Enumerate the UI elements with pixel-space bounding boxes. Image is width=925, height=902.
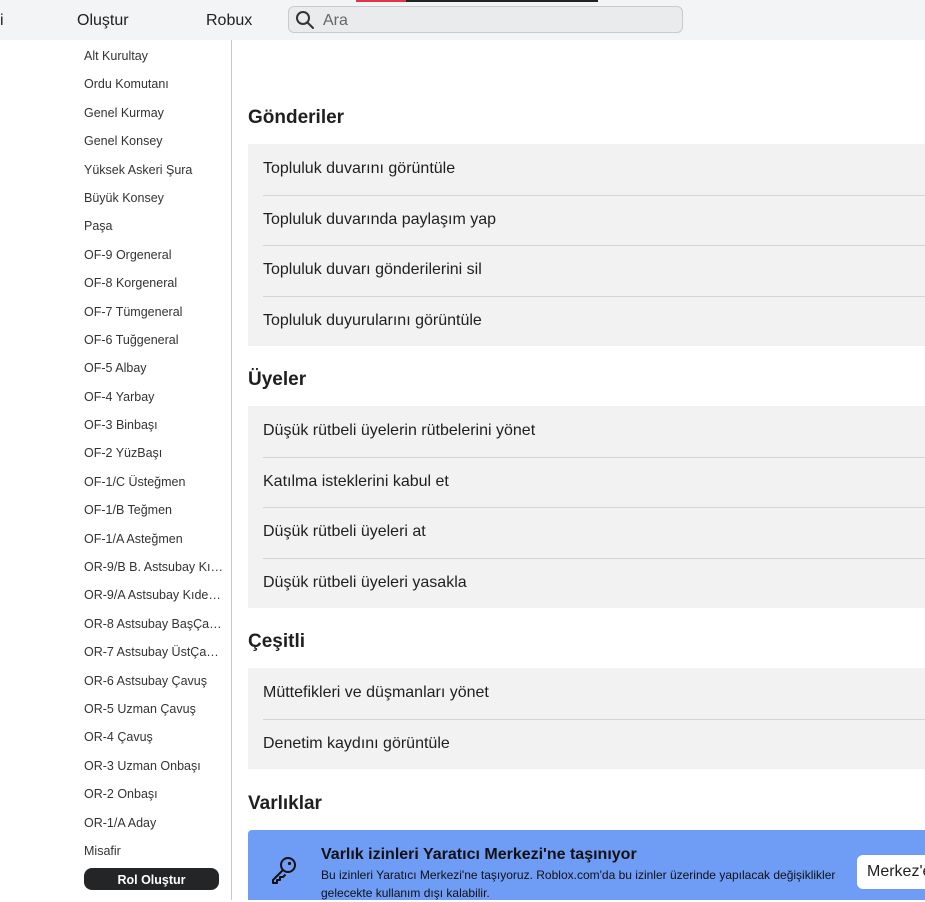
- roles-sidebar: Alt Kurultay Ordu Komutanı Genel Kurmay Gen…: [0, 40, 232, 900]
- search-input[interactable]: [321, 9, 675, 32]
- role-list-item[interactable]: OF-5 Albay: [84, 360, 224, 388]
- key-icon: [272, 857, 296, 884]
- search-box[interactable]: [288, 6, 683, 33]
- go-to-creator-hub-button[interactable]: Merkez'e: [857, 855, 925, 889]
- permission-group-posts: Topluluk duvarını görüntüle Topluluk duva…: [248, 144, 925, 346]
- role-list-item[interactable]: OR-8 Astsubay BaşÇav...: [84, 616, 224, 644]
- permission-group-members: Düşük rütbeli üyelerin rütbelerini yönet…: [248, 406, 925, 608]
- section-title-misc: Çeşitli: [248, 631, 306, 652]
- role-list-item[interactable]: OR-2 Onbaşı: [84, 786, 224, 814]
- role-list-item[interactable]: Yüksek Askeri Şura: [84, 162, 224, 190]
- permission-row[interactable]: Topluluk duvarını görüntüle: [248, 144, 925, 195]
- role-list-item[interactable]: Paşa: [84, 218, 224, 246]
- role-list: Alt Kurultay Ordu Komutanı Genel Kurmay Gen…: [84, 48, 224, 871]
- role-list-item[interactable]: OF-6 Tuğgeneral: [84, 332, 224, 360]
- role-list-item[interactable]: OF-9 Orgeneral: [84, 247, 224, 275]
- permission-row[interactable]: Düşük rütbeli üyelerin rütbelerini yönet: [248, 406, 925, 457]
- role-list-item[interactable]: OF-1/A Asteğmen: [84, 531, 224, 559]
- section-title-members: Üyeler: [248, 369, 307, 390]
- top-navigation-bar: i Oluştur Robux: [0, 0, 925, 40]
- permission-row[interactable]: Katılma isteklerini kabul et: [248, 456, 925, 508]
- role-list-item[interactable]: Genel Kurmay: [84, 105, 224, 133]
- banner-title: Varlık izinleri Yaratıcı Merkezi'ne taşı…: [321, 846, 637, 863]
- role-list-item[interactable]: OF-2 YüzBaşı: [84, 445, 224, 473]
- role-list-item[interactable]: OR-9/B B. Astsubay Kıd...: [84, 559, 224, 587]
- role-list-item[interactable]: OR-6 Astsubay Çavuş: [84, 673, 224, 701]
- nav-robux-link[interactable]: Robux: [206, 12, 252, 30]
- role-list-item[interactable]: OR-4 Çavuş: [84, 729, 224, 757]
- permission-row[interactable]: Topluluk duyurularını görüntüle: [248, 295, 925, 347]
- role-list-item[interactable]: Büyük Konsey: [84, 190, 224, 218]
- asset-permissions-banner: Varlık izinleri Yaratıcı Merkezi'ne taşı…: [248, 830, 925, 900]
- section-title-assets: Varlıklar: [248, 793, 322, 814]
- role-list-item[interactable]: OF-8 Korgeneral: [84, 275, 224, 303]
- permissions-panel: Gönderiler Topluluk duvarını görüntüle To…: [248, 40, 925, 900]
- role-list-item[interactable]: OR-5 Uzman Çavuş: [84, 701, 224, 729]
- role-list-item[interactable]: OF-1/B Teğmen: [84, 502, 224, 530]
- search-icon: [296, 11, 314, 29]
- section-title-posts: Gönderiler: [248, 107, 345, 128]
- role-list-item[interactable]: Genel Konsey: [84, 133, 224, 161]
- permission-row[interactable]: Düşük rütbeli üyeleri yasakla: [248, 557, 925, 609]
- role-list-item[interactable]: Ordu Komutanı: [84, 76, 224, 104]
- create-role-button[interactable]: Rol Oluştur: [84, 868, 219, 890]
- permission-row[interactable]: Topluluk duvarı gönderilerini sil: [248, 245, 925, 296]
- role-list-item[interactable]: OF-3 Binbaşı: [84, 417, 224, 445]
- permission-row[interactable]: Denetim kaydını görüntüle: [248, 718, 925, 770]
- permission-group-misc: Müttefikleri ve düşmanları yönet Denetim …: [248, 668, 925, 769]
- loading-progress-bar: [356, 0, 598, 2]
- role-list-item[interactable]: OF-7 Tümgeneral: [84, 304, 224, 332]
- role-list-item[interactable]: OR-9/A Astsubay Kıdem...: [84, 587, 224, 615]
- role-list-item[interactable]: OF-4 Yarbay: [84, 389, 224, 417]
- loading-progress-accent: [356, 0, 406, 2]
- permission-row[interactable]: Düşük rütbeli üyeleri at: [248, 507, 925, 558]
- role-list-item[interactable]: OR-7 Astsubay ÜstÇavuş: [84, 644, 224, 672]
- nav-item-cut-off[interactable]: i: [0, 12, 4, 30]
- banner-text: Bu izinleri Yaratıcı Merkezi'ne taşıyoru…: [321, 868, 836, 900]
- role-list-item[interactable]: Alt Kurultay: [84, 48, 224, 76]
- role-list-item[interactable]: OR-3 Uzman Onbaşı: [84, 758, 224, 786]
- permission-row[interactable]: Topluluk duvarında paylaşım yap: [248, 194, 925, 246]
- role-list-item[interactable]: OR-1/A Aday: [84, 815, 224, 843]
- nav-create-link[interactable]: Oluştur: [77, 12, 129, 30]
- role-list-item[interactable]: OF-1/C Üsteğmen: [84, 474, 224, 502]
- permission-row[interactable]: Müttefikleri ve düşmanları yönet: [248, 668, 925, 719]
